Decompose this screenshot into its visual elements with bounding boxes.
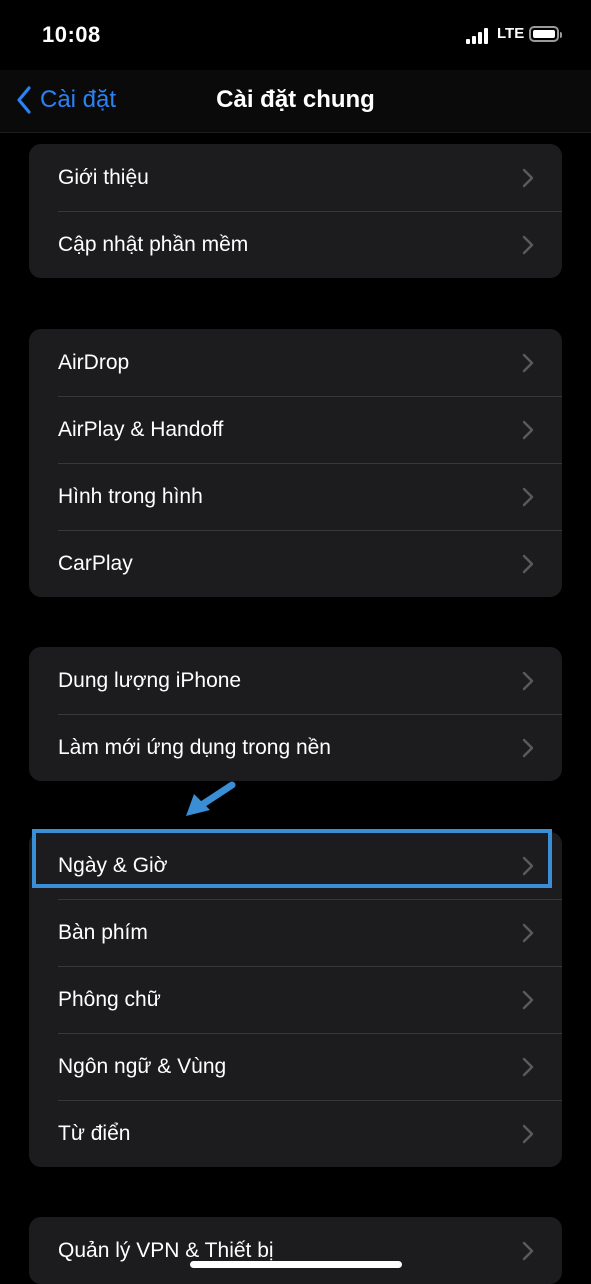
settings-row-dictionary[interactable]: Từ điển: [29, 1100, 562, 1167]
settings-row-airplay-handoff[interactable]: AirPlay & Handoff: [29, 396, 562, 463]
page-title: Cài đặt chung: [216, 86, 375, 113]
settings-row-background-refresh[interactable]: Làm mới ứng dụng trong nền: [29, 714, 562, 781]
settings-row-software-update[interactable]: Cập nhật phần mềm: [29, 211, 562, 278]
settings-row-vpn-device-management[interactable]: Quản lý VPN & Thiết bị: [29, 1217, 562, 1284]
settings-row-about[interactable]: Giới thiệu: [29, 144, 562, 211]
settings-row-carplay[interactable]: CarPlay: [29, 530, 562, 597]
row-label: Cập nhật phần mềm: [58, 232, 249, 256]
settings-group-language: Ngày & Giờ Bàn phím Phông chữ Ngôn ngữ &…: [29, 832, 562, 1167]
settings-row-airdrop[interactable]: AirDrop: [29, 329, 562, 396]
row-label: Dung lượng iPhone: [58, 668, 242, 692]
arrow-annotation-icon: [186, 781, 236, 816]
chevron-right-icon: [522, 487, 534, 507]
settings-row-fonts[interactable]: Phông chữ: [29, 966, 562, 1033]
chevron-right-icon: [522, 856, 534, 876]
battery-icon: [529, 26, 562, 42]
settings-group-vpn: Quản lý VPN & Thiết bị: [29, 1217, 562, 1284]
chevron-right-icon: [522, 1241, 534, 1261]
chevron-right-icon: [522, 168, 534, 188]
row-label: Ngày & Giờ: [58, 853, 168, 877]
row-label: Bàn phím: [58, 920, 148, 944]
settings-group-connectivity: AirDrop AirPlay & Handoff Hình trong hìn…: [29, 329, 562, 597]
cellular-signal-icon: [466, 28, 492, 44]
settings-row-picture-in-picture[interactable]: Hình trong hình: [29, 463, 562, 530]
network-type: LTE: [497, 25, 525, 42]
chevron-right-icon: [522, 990, 534, 1010]
row-label: Làm mới ứng dụng trong nền: [58, 735, 331, 759]
row-label: AirDrop: [58, 350, 130, 374]
row-label: Phông chữ: [58, 987, 161, 1011]
status-bar: 10:08 LTE: [0, 0, 591, 70]
row-label: Hình trong hình: [58, 484, 203, 508]
settings-row-iphone-storage[interactable]: Dung lượng iPhone: [29, 647, 562, 714]
row-label: Ngôn ngữ & Vùng: [58, 1054, 227, 1078]
settings-row-date-time[interactable]: Ngày & Giờ: [29, 832, 562, 899]
navigation-bar: Cài đặt Cài đặt chung: [0, 70, 591, 133]
settings-group-storage: Dung lượng iPhone Làm mới ứng dụng trong…: [29, 647, 562, 781]
chevron-right-icon: [522, 1057, 534, 1077]
chevron-right-icon: [522, 1124, 534, 1144]
settings-group-about: Giới thiệu Cập nhật phần mềm: [29, 144, 562, 278]
chevron-right-icon: [522, 738, 534, 758]
chevron-right-icon: [522, 923, 534, 943]
chevron-right-icon: [522, 671, 534, 691]
row-label: CarPlay: [58, 551, 133, 575]
chevron-right-icon: [522, 420, 534, 440]
chevron-right-icon: [522, 353, 534, 373]
chevron-right-icon: [522, 235, 534, 255]
row-label: Giới thiệu: [58, 165, 149, 189]
home-indicator[interactable]: [190, 1261, 402, 1268]
settings-row-keyboard[interactable]: Bàn phím: [29, 899, 562, 966]
status-time: 10:08: [42, 22, 101, 47]
row-label: Từ điển: [58, 1121, 131, 1145]
row-label: AirPlay & Handoff: [58, 417, 224, 441]
row-label: Quản lý VPN & Thiết bị: [58, 1238, 274, 1262]
settings-row-language-region[interactable]: Ngôn ngữ & Vùng: [29, 1033, 562, 1100]
chevron-right-icon: [522, 554, 534, 574]
